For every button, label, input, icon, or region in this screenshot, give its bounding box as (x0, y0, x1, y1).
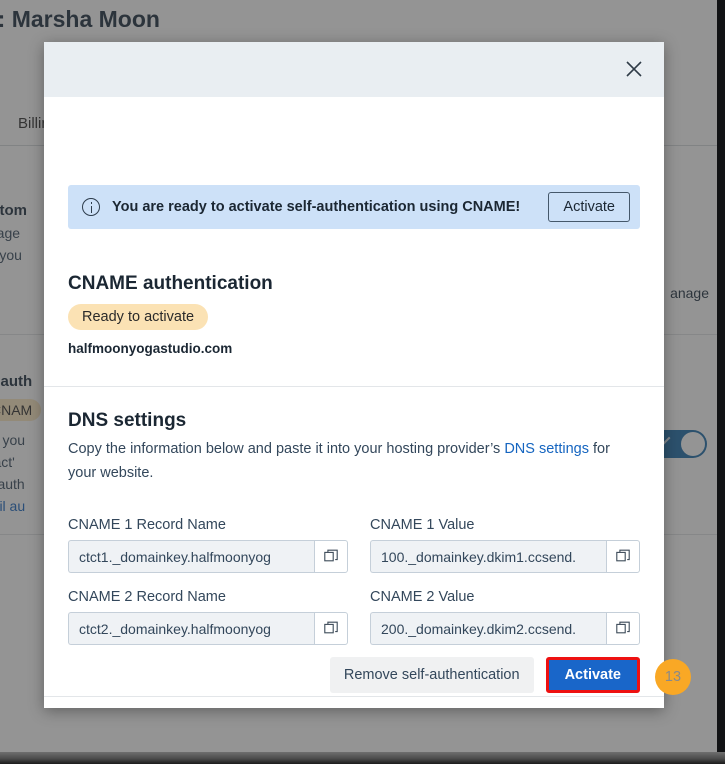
divider (44, 386, 664, 387)
copy-icon[interactable] (606, 612, 640, 645)
field-label: CNAME 1 Record Name (68, 517, 226, 533)
cname-2-record-name-input[interactable] (68, 612, 314, 645)
field-row (370, 612, 640, 645)
field-row (68, 612, 348, 645)
field-row (370, 540, 640, 573)
cname-1-record-name-input[interactable] (68, 540, 314, 573)
window-edge-right (717, 0, 725, 764)
cname-1-value-input[interactable] (370, 540, 606, 573)
modal-body: You are ready to activate self-authentic… (44, 97, 664, 708)
info-icon (82, 198, 100, 216)
activate-button[interactable]: Activate (545, 657, 640, 693)
modal-footer: Remove self-authentication Activate (44, 642, 664, 708)
banner-activate-button[interactable]: Activate (548, 192, 630, 222)
field-cname-1-record-name: CNAME 1 Record Name (68, 517, 348, 573)
window-edge-bottom (0, 752, 725, 764)
screen: t: Marsha Moon Billin ustom lanage om yo… (0, 0, 725, 764)
field-label: CNAME 2 Record Name (68, 589, 226, 605)
status-badge: Ready to activate (68, 304, 209, 330)
dns-fields-grid: CNAME 1 Record Name CNAME 1 Value (68, 517, 640, 645)
activation-ready-banner: You are ready to activate self-authentic… (68, 185, 640, 229)
cname-section-title: CNAME authentication (68, 273, 273, 294)
dns-desc-part-1: Copy the information below and paste it … (68, 441, 505, 457)
field-cname-2-record-name: CNAME 2 Record Name (68, 589, 348, 645)
cname-2-value-input[interactable] (370, 612, 606, 645)
dns-section-description: Copy the information below and paste it … (68, 437, 636, 485)
remove-self-authentication-button[interactable]: Remove self-authentication (329, 657, 534, 693)
copy-icon[interactable] (314, 540, 348, 573)
domain-name: halfmoonyogastudio.com (68, 341, 233, 356)
field-cname-2-value: CNAME 2 Value (370, 589, 640, 645)
copy-icon[interactable] (606, 540, 640, 573)
field-cname-1-value: CNAME 1 Value (370, 517, 640, 573)
dns-settings-link[interactable]: DNS settings (504, 441, 589, 457)
copy-icon[interactable] (314, 612, 348, 645)
modal-header (44, 42, 664, 97)
dns-section-title: DNS settings (68, 410, 187, 431)
field-row (68, 540, 348, 573)
cname-authentication-modal: You are ready to activate self-authentic… (44, 42, 664, 708)
banner-message: You are ready to activate self-authentic… (112, 199, 521, 215)
field-label: CNAME 2 Value (370, 589, 475, 605)
close-icon[interactable] (618, 53, 650, 85)
action-step-badge: 13 (655, 659, 691, 695)
field-label: CNAME 1 Value (370, 517, 475, 533)
